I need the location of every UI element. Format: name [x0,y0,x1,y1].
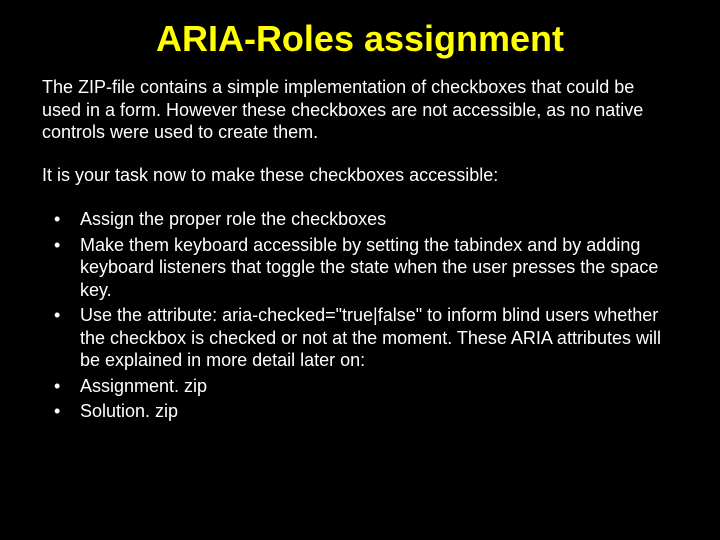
list-item: Assignment. zip [42,375,678,398]
task-paragraph: It is your task now to make these checkb… [42,164,678,187]
bullet-list: Assign the proper role the checkboxes Ma… [42,208,678,423]
list-item: Use the attribute: aria-checked="true|fa… [42,304,678,372]
intro-paragraph: The ZIP-file contains a simple implement… [42,76,678,144]
list-item: Solution. zip [42,400,678,423]
slide: ARIA-Roles assignment The ZIP-file conta… [0,0,720,540]
list-item: Assign the proper role the checkboxes [42,208,678,231]
list-item: Make them keyboard accessible by setting… [42,234,678,302]
slide-title: ARIA-Roles assignment [42,18,678,60]
